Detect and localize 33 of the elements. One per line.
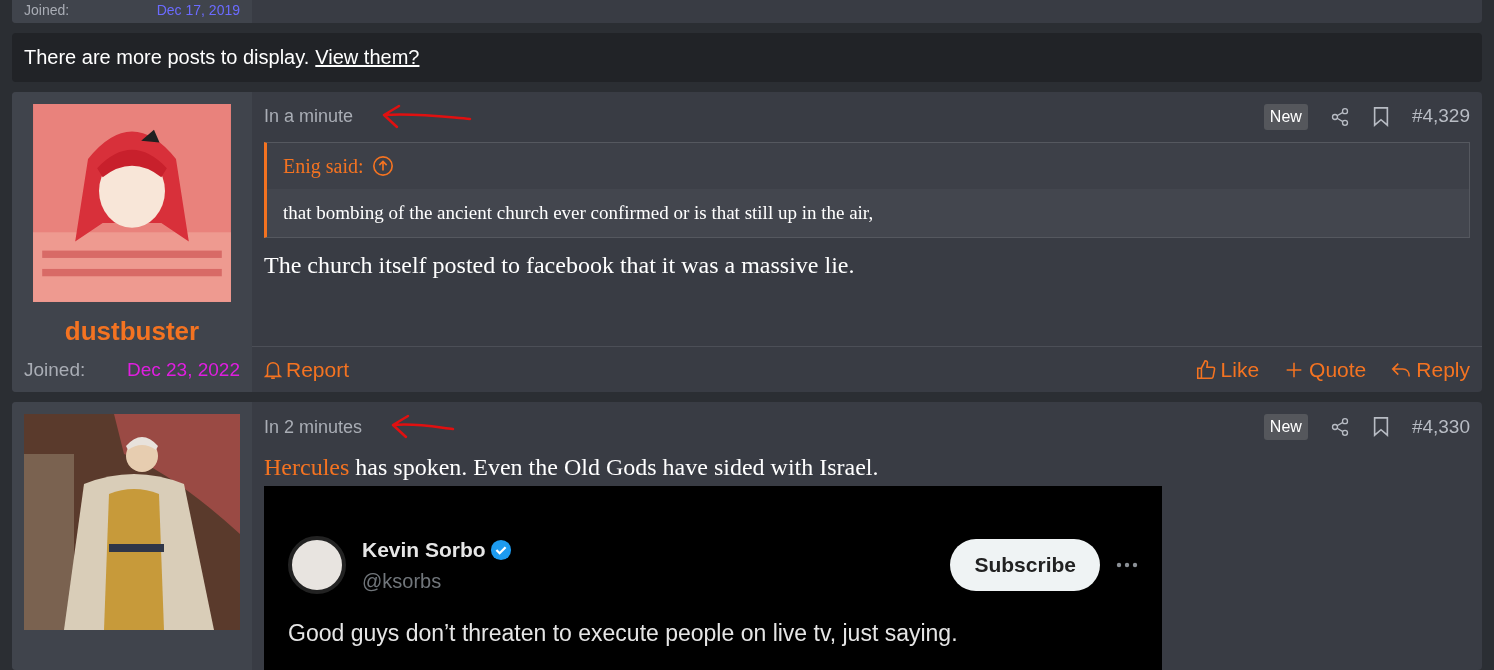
new-badge: New xyxy=(1263,103,1308,130)
view-posts-link[interactable]: View them? xyxy=(315,42,420,73)
joined-date: Dec 23, 2022 xyxy=(126,357,240,382)
username[interactable]: dustbuster xyxy=(64,317,200,344)
account-handle: @ksorbs xyxy=(362,568,443,594)
post-text: The church itself posted to facebook that it was a massive lie. xyxy=(264,251,856,281)
post-time[interactable]: In 2 minutes xyxy=(264,413,363,441)
joined-label: Joined: xyxy=(24,357,86,382)
share-icon[interactable] xyxy=(1329,106,1350,127)
quote-button[interactable]: Quote xyxy=(1283,353,1367,386)
bell-icon xyxy=(264,359,282,380)
more-icon xyxy=(1116,561,1138,568)
post-number[interactable]: #4,329 xyxy=(1411,102,1470,131)
report-button[interactable]: Report xyxy=(264,353,350,386)
bookmark-icon[interactable] xyxy=(1371,106,1390,127)
joined-date: Dec 17, 2019 xyxy=(156,1,240,20)
post-text: Hercules has spoken. Even the Old Gods have sided with Israel. xyxy=(264,453,880,483)
post-time[interactable]: In a minute xyxy=(264,103,354,131)
like-button[interactable]: Like xyxy=(1194,353,1260,386)
arrow-up-circle-icon[interactable] xyxy=(371,154,394,177)
new-badge: New xyxy=(1263,414,1308,441)
verified-badge-icon xyxy=(489,538,512,561)
notice-text: There are more posts to display. xyxy=(24,45,310,71)
reply-button[interactable]: Reply xyxy=(1390,353,1470,386)
post-number[interactable]: #4,330 xyxy=(1411,412,1470,442)
quote-text: that bombing of the ancient church ever confirmed or is that still up in the air, xyxy=(267,188,1469,238)
joined-label: Joined: xyxy=(24,1,70,20)
quote-author[interactable]: Enig said: xyxy=(283,150,364,181)
bookmark-icon[interactable] xyxy=(1371,417,1390,438)
thumbs-up-icon xyxy=(1194,358,1217,381)
account-name: Kevin Sorbo xyxy=(362,537,486,564)
tweet-text: Good guys don’t threaten to execute people on live tv, just saying. xyxy=(288,618,959,648)
share-icon[interactable] xyxy=(1329,417,1350,438)
